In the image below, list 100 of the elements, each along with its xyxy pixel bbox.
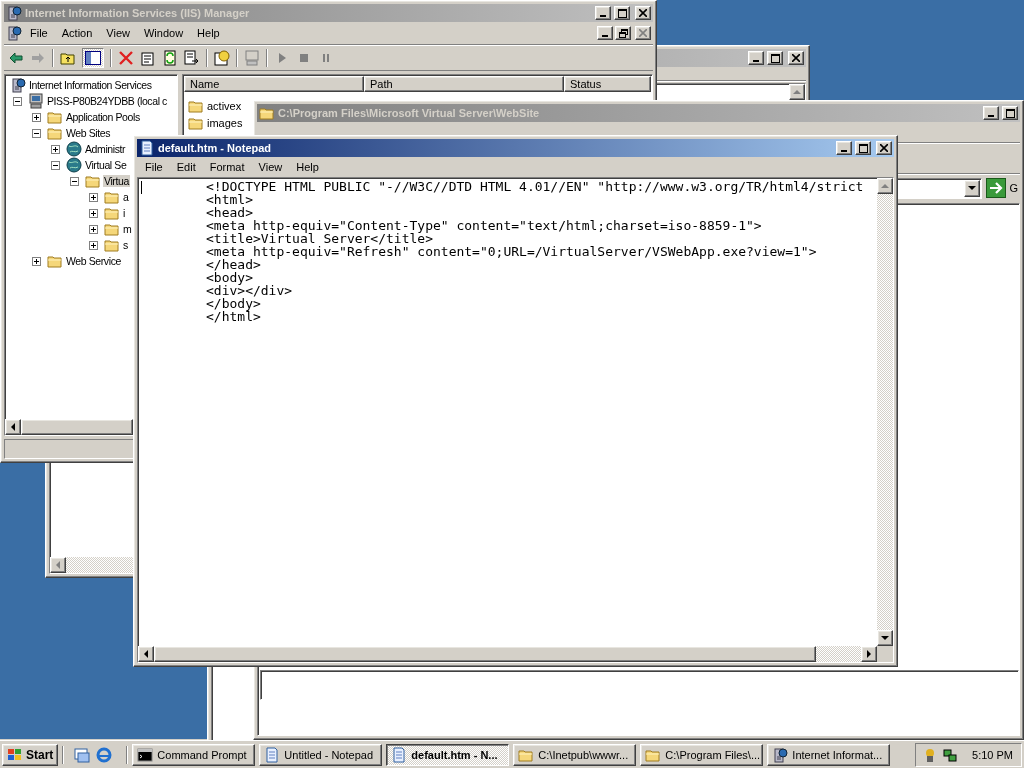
scroll-left-button[interactable] (50, 557, 66, 573)
minimize-button[interactable] (748, 51, 764, 65)
menu-item[interactable]: Edit (170, 159, 202, 174)
browser-icon[interactable] (96, 746, 113, 763)
collapse-button[interactable] (51, 160, 60, 170)
vertical-scrollbar[interactable] (877, 178, 893, 646)
code-line: </head> (206, 258, 261, 271)
scroll-down-button[interactable] (877, 630, 893, 646)
up-folder-icon[interactable] (60, 50, 76, 66)
tree-item[interactable]: PISS-P80B24YDBB (local c (46, 95, 168, 107)
size-grip (877, 646, 893, 662)
tree-item[interactable]: Web Sites (65, 127, 112, 139)
properties-icon[interactable] (140, 50, 156, 66)
right-arrow-icon (866, 650, 872, 658)
menu-item[interactable]: View (252, 159, 289, 174)
desktop-icon[interactable] (74, 746, 91, 763)
menu-item[interactable]: Format (203, 159, 251, 174)
tree-item[interactable]: Virtual Se (84, 159, 128, 171)
go-button[interactable]: G (986, 178, 1018, 198)
expand-button[interactable] (32, 256, 41, 266)
left-arrow-icon (55, 561, 61, 569)
scroll-thumb[interactable] (21, 419, 133, 435)
maximize-button[interactable] (1002, 106, 1018, 120)
scroll-up-button[interactable] (789, 84, 805, 100)
tree-item[interactable]: a (122, 191, 130, 203)
collapse-button[interactable] (70, 176, 79, 186)
collapse-button[interactable] (13, 96, 22, 106)
plus-icon (91, 226, 96, 232)
taskbar-button[interactable]: Untitled - Notepad (259, 743, 383, 766)
start-button[interactable]: Start (2, 743, 59, 766)
expand-button[interactable] (89, 240, 98, 250)
tree-item[interactable]: Administr (84, 143, 127, 155)
close-icon (792, 54, 800, 62)
maximize-icon (1005, 108, 1015, 118)
minimize-button[interactable] (983, 106, 999, 120)
tree-item[interactable]: i (122, 207, 126, 219)
left-arrow-icon (143, 650, 149, 658)
menu-item[interactable]: Help (290, 159, 325, 174)
expand-button[interactable] (89, 208, 98, 218)
tree-item[interactable]: m (122, 223, 133, 235)
close-button[interactable] (876, 141, 892, 155)
plus-icon (53, 146, 58, 152)
restore-button[interactable] (615, 26, 631, 40)
list-item[interactable]: activex (207, 99, 242, 112)
close-button[interactable] (788, 51, 804, 65)
menu-item[interactable]: File (24, 26, 54, 40)
maximize-button[interactable] (767, 51, 783, 65)
close-icon (639, 29, 647, 37)
minus-icon (15, 98, 20, 104)
column-header[interactable]: Path (364, 76, 564, 92)
collapse-button[interactable] (32, 128, 41, 138)
network-icon[interactable] (942, 746, 959, 763)
minimize-button[interactable] (597, 26, 613, 40)
scroll-up-button[interactable] (877, 178, 893, 194)
back-icon[interactable] (8, 50, 24, 66)
maximize-icon (770, 53, 780, 63)
minimize-button[interactable] (836, 141, 852, 155)
menu-item[interactable]: Window (137, 26, 190, 40)
export-icon[interactable] (184, 50, 200, 66)
close-button[interactable] (635, 6, 651, 20)
folder-icon (104, 237, 120, 253)
maximize-button[interactable] (855, 141, 871, 155)
taskbar-button[interactable]: Internet Informat... (767, 743, 891, 766)
refresh-icon[interactable] (162, 50, 178, 66)
delete-icon[interactable] (118, 50, 134, 66)
expand-button[interactable] (32, 112, 41, 122)
taskbar-button[interactable]: C:\Program Files\... (640, 743, 764, 766)
taskbar-button[interactable]: Command Prompt (132, 743, 256, 766)
maximize-button[interactable] (614, 6, 630, 20)
menu-item[interactable]: Help (191, 26, 226, 40)
server-icon (772, 746, 789, 763)
list-item[interactable]: images (207, 116, 243, 129)
tree-toggle-button[interactable] (82, 48, 104, 68)
plus-icon (91, 194, 96, 200)
scroll-left-button[interactable] (5, 419, 21, 435)
dropdown-button[interactable] (964, 179, 981, 197)
tree-item[interactable]: Internet Information Services (28, 79, 153, 91)
down-arrow-icon (881, 635, 889, 641)
tree-item[interactable]: Web Service (65, 255, 122, 267)
column-header[interactable]: Name (184, 76, 364, 92)
expand-button[interactable] (89, 192, 98, 202)
menu-item[interactable]: Action (55, 26, 99, 40)
minus-icon (53, 162, 58, 168)
taskbar-button[interactable]: C:\Inetpub\wwwr... (513, 743, 637, 766)
expand-button[interactable] (51, 144, 60, 154)
window-title: default.htm - Notepad (158, 142, 273, 154)
folder-icon (85, 173, 101, 189)
tree-item[interactable]: s (122, 239, 129, 251)
taskbar-button[interactable]: default.htm - N... (386, 743, 510, 766)
minimize-button[interactable] (595, 6, 611, 20)
code-line: <meta http-equiv="Content-Type" content="text/html;charset=iso-8859-1"> (206, 219, 763, 232)
menu-item[interactable]: View (100, 26, 136, 40)
scroll-left-button[interactable] (138, 646, 154, 662)
menu-item[interactable]: File (139, 159, 169, 174)
column-header[interactable]: Status (564, 76, 651, 92)
tree-item[interactable]: Application Pools (65, 111, 141, 123)
expand-button[interactable] (89, 224, 98, 234)
tree-item[interactable]: Virtua (103, 175, 130, 187)
help-icon[interactable] (214, 50, 230, 66)
scroll-right-button[interactable] (861, 646, 877, 662)
